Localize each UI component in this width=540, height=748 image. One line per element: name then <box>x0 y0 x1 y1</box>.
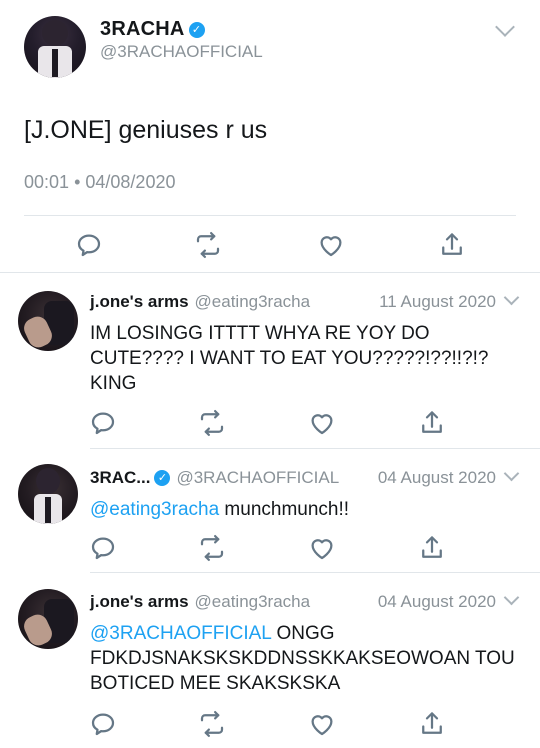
tweet-actions <box>0 408 540 438</box>
tweet-time: 00:01 <box>24 172 70 192</box>
tweet-actions <box>0 228 540 260</box>
author-handle[interactable]: @eating3racha <box>195 292 311 311</box>
verified-badge-icon: ✓ <box>188 22 205 38</box>
reply-body: IM LOSINGG ITTTT WHYA RE YOY DO CUTE????… <box>90 323 489 394</box>
retweet-icon[interactable] <box>197 709 227 739</box>
retweet-icon[interactable] <box>197 533 227 563</box>
reply-text: @3RACHAOFFICIAL ONGG FDKDJSNAKSKSKDDNSSK… <box>90 621 520 696</box>
author-name[interactable]: 3RAC... <box>90 468 150 487</box>
mention-link[interactable]: @3RACHAOFFICIAL <box>90 623 271 644</box>
tweet-actions <box>0 533 540 563</box>
tweet-text: [J.ONE] geniuses r us <box>24 116 268 144</box>
share-icon[interactable] <box>417 709 447 739</box>
chevron-down-icon[interactable] <box>503 289 520 306</box>
reply-text: IM LOSINGG ITTTT WHYA RE YOY DO CUTE????… <box>90 321 520 396</box>
author-name-text: 3RACHA <box>100 18 185 40</box>
reply-header: j.one's arms @eating3racha <box>90 292 310 312</box>
like-icon[interactable] <box>307 533 337 563</box>
like-icon[interactable] <box>307 408 337 438</box>
divider <box>24 215 516 216</box>
author-handle[interactable]: @3RACHAOFFICIAL <box>100 42 263 62</box>
avatar[interactable] <box>18 291 78 351</box>
reply-tweet[interactable]: 3RAC... ✓ @3RACHAOFFICIAL 04 August 2020 @… <box>0 449 540 571</box>
main-tweet: 3RACHA ✓ @3RACHAOFFICIAL [J.ONE] geniuses… <box>0 0 540 272</box>
reply-icon[interactable] <box>88 408 118 438</box>
author-name[interactable]: j.one's arms <box>90 292 189 311</box>
author-name[interactable]: j.one's arms <box>90 592 189 611</box>
share-icon[interactable] <box>417 533 447 563</box>
retweet-icon[interactable] <box>193 230 223 260</box>
chevron-down-icon[interactable] <box>503 589 520 606</box>
avatar[interactable] <box>24 16 86 78</box>
tweet-timestamp: 00:01 • 04/08/2020 <box>24 172 175 193</box>
chevron-down-icon[interactable] <box>503 465 520 482</box>
avatar[interactable] <box>18 464 78 524</box>
reply-header: 3RAC... ✓ @3RACHAOFFICIAL <box>90 468 339 488</box>
reply-body: munchmunch!! <box>219 499 350 520</box>
reply-icon[interactable] <box>88 533 118 563</box>
author-name[interactable]: 3RACHA ✓ <box>100 18 205 41</box>
share-icon[interactable] <box>437 230 467 260</box>
tweet-actions <box>0 709 540 739</box>
reply-tweet[interactable]: j.one's arms @eating3racha 04 August 2020… <box>0 573 540 748</box>
tweet-date: 04/08/2020 <box>85 172 176 192</box>
reply-header: j.one's arms @eating3racha <box>90 592 310 612</box>
share-icon[interactable] <box>417 408 447 438</box>
reply-tweet[interactable]: j.one's arms @eating3racha 11 August 2020… <box>0 273 540 448</box>
avatar[interactable] <box>18 589 78 649</box>
mention-link[interactable]: @eating3racha <box>90 499 219 520</box>
reply-icon[interactable] <box>74 230 104 260</box>
verified-badge-icon: ✓ <box>154 470 171 486</box>
reply-date: 04 August 2020 <box>377 592 496 611</box>
author-handle[interactable]: @3RACHAOFFICIAL <box>176 468 339 487</box>
like-icon[interactable] <box>307 709 337 739</box>
time-separator: • <box>74 172 81 192</box>
reply-icon[interactable] <box>88 709 118 739</box>
retweet-icon[interactable] <box>197 408 227 438</box>
author-handle[interactable]: @eating3racha <box>195 592 311 611</box>
like-icon[interactable] <box>316 230 346 260</box>
reply-date: 11 August 2020 <box>379 292 496 311</box>
chevron-down-icon[interactable] <box>495 17 515 37</box>
reply-date: 04 August 2020 <box>377 468 496 487</box>
reply-text: @eating3racha munchmunch!! <box>90 497 520 522</box>
